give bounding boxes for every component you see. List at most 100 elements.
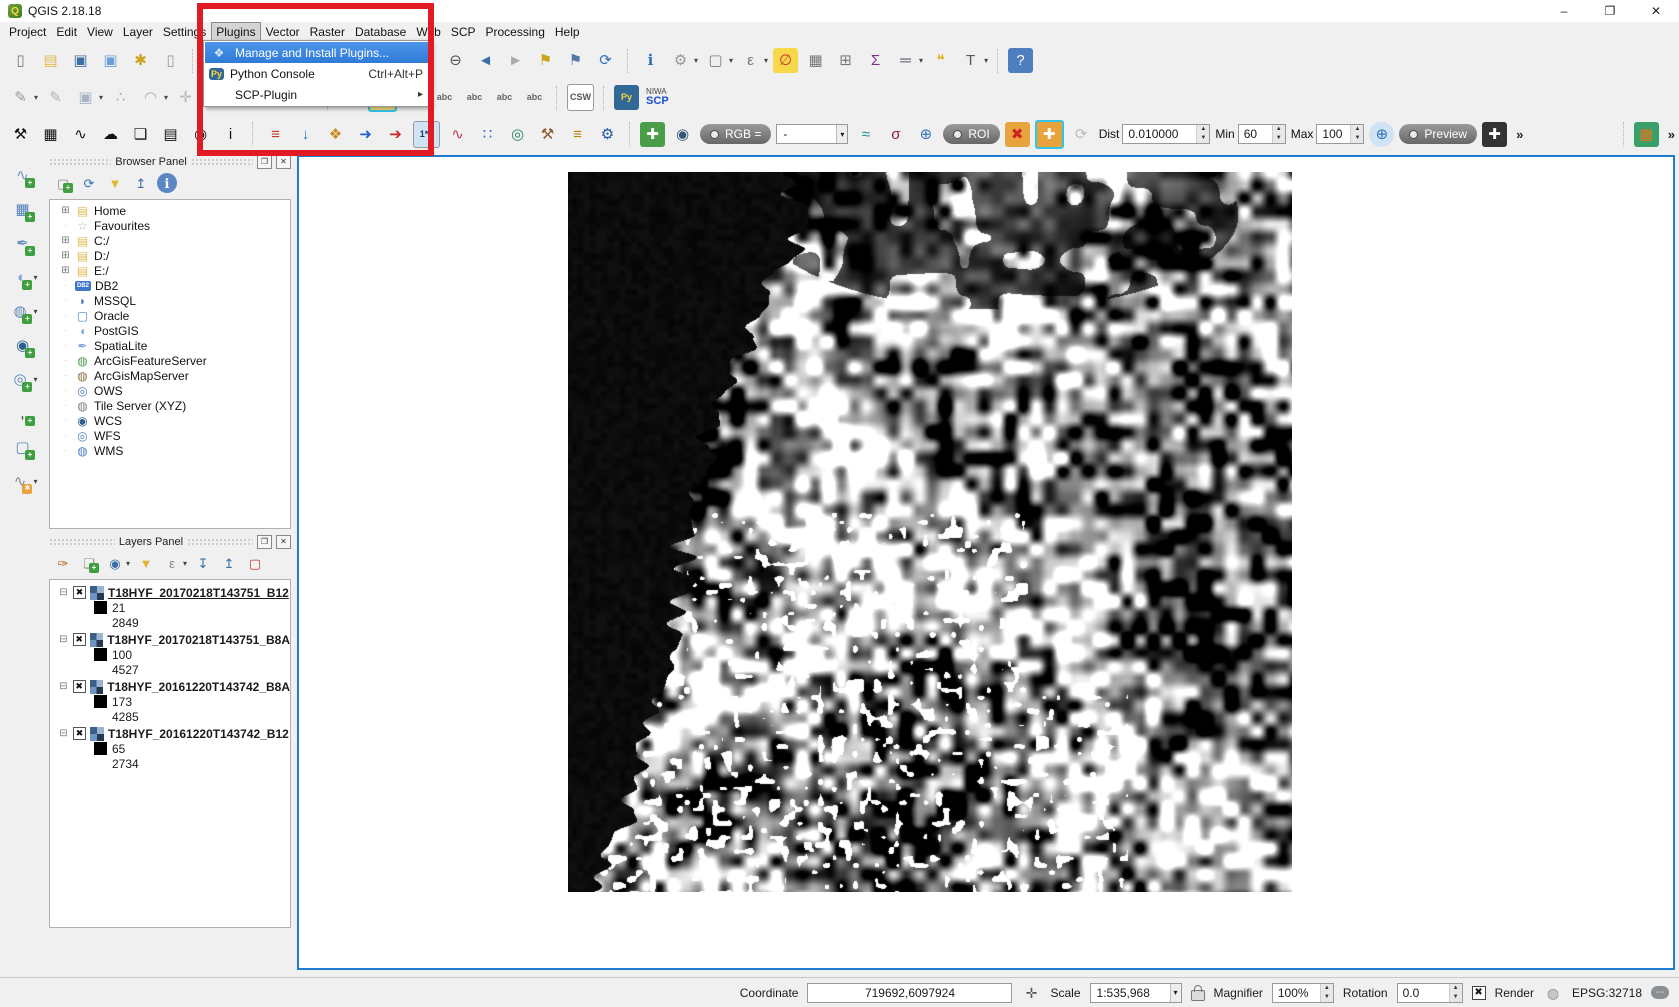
save-project-icon[interactable]: ▣: [68, 48, 93, 73]
collapse-icon[interactable]: ⊟: [58, 634, 69, 645]
plugin-table-icon[interactable]: ▦: [38, 122, 63, 147]
browser-item-d[interactable]: ⊞▤D:/: [50, 248, 290, 263]
statistics-icon[interactable]: Σ: [863, 48, 888, 73]
deselect-all-icon[interactable]: ∅: [773, 48, 798, 73]
layers-panel-header[interactable]: Layers Panel ❐ ✕: [45, 533, 295, 550]
spinner-arrows[interactable]: ▲▼: [1449, 984, 1462, 1002]
scp-toolbar-overflow[interactable]: »: [1512, 127, 1527, 142]
expand-icon[interactable]: ⊞: [60, 205, 71, 216]
layer-name[interactable]: T18HYF_20170218T143751_B8A: [107, 633, 290, 647]
scp-zoom-preview-icon[interactable]: ⊕: [1369, 122, 1394, 147]
scp-band-set-icon[interactable]: ≡: [263, 122, 288, 147]
menu-item-python-console[interactable]: Py Python Console Ctrl+Alt+P: [205, 63, 429, 84]
add-vector-layer-icon[interactable]: ∿+: [10, 163, 35, 188]
plugin-wrench-icon[interactable]: ⚒: [8, 122, 33, 147]
menu-edit[interactable]: Edit: [51, 22, 82, 42]
collapse-icon[interactable]: ⊟: [58, 587, 69, 598]
expand-icon[interactable]: ⊞: [60, 250, 71, 261]
collapse-all-icon[interactable]: ↥: [131, 173, 151, 193]
scp-edit-tools-icon[interactable]: ⚒: [535, 122, 560, 147]
collapse-all-layers-icon[interactable]: ↥: [219, 553, 239, 573]
chevron-down-icon[interactable]: ▾: [1170, 984, 1181, 1002]
label-rotate-icon[interactable]: abc: [492, 85, 517, 110]
add-postgis-layer-icon-group[interactable]: ◖+▾: [7, 265, 37, 290]
add-wms-layer-icon[interactable]: ◍+: [7, 299, 32, 324]
select-features-icon-group[interactable]: ▢▾: [703, 48, 733, 73]
scp-sig-percent-icon[interactable]: ≈: [853, 122, 878, 147]
spinner-arrows[interactable]: ▲▼: [1350, 125, 1363, 143]
zoom-last-icon[interactable]: ◄: [473, 48, 498, 73]
scp-band-preview-icon[interactable]: ◉: [670, 122, 695, 147]
coordinate-input[interactable]: 719692,6097924: [807, 983, 1012, 1003]
spinner-arrows[interactable]: ▲▼: [1196, 125, 1209, 143]
layer-row[interactable]: ⊟✖T18HYF_20161220T143742_B8A: [50, 679, 290, 694]
scp-zoom-icon[interactable]: ⊕: [913, 122, 938, 147]
rotation-input[interactable]: 0.0 ▲▼: [1397, 983, 1463, 1003]
open-project-icon[interactable]: ▤: [38, 48, 63, 73]
refresh-browser-icon[interactable]: ⟳: [79, 173, 99, 193]
dropdown-arrow-icon[interactable]: ▾: [164, 93, 168, 102]
restore-button[interactable]: ❐: [1587, 0, 1633, 22]
refresh-map-icon[interactable]: ⟳: [593, 48, 618, 73]
browser-item-wfs[interactable]: ·◎WFS: [50, 428, 290, 443]
menu-layer[interactable]: Layer: [118, 22, 158, 42]
scp-rgb-block-icon[interactable]: ✚: [1482, 122, 1507, 147]
menu-database[interactable]: Database: [350, 22, 411, 42]
dropdown-arrow-icon[interactable]: ▾: [729, 56, 733, 65]
messages-icon[interactable]: ⋯: [1651, 986, 1669, 999]
collapse-icon[interactable]: ⊟: [58, 728, 69, 739]
min-input[interactable]: Min60▲▼: [1215, 124, 1285, 144]
dropdown-arrow-icon[interactable]: ▾: [183, 559, 187, 568]
add-wcs-layer-icon[interactable]: ◉+: [10, 333, 35, 358]
add-raster-layer-icon[interactable]: ▦+: [10, 197, 35, 222]
scp-sig-sigma-icon[interactable]: σ: [883, 122, 908, 147]
save-project-as-icon[interactable]: ▣: [98, 48, 123, 73]
right-toolbar-overflow[interactable]: »: [1664, 127, 1679, 142]
save-edits-icon[interactable]: ▣: [73, 85, 98, 110]
map-canvas[interactable]: [297, 155, 1675, 970]
label-move-icon[interactable]: abc: [462, 85, 487, 110]
dropdown-arrow-icon[interactable]: ▾: [33, 307, 37, 316]
rgb-button[interactable]: RGB =: [700, 124, 771, 144]
browser-item-postgis[interactable]: ·◖PostGIS: [50, 323, 290, 338]
scp-download-products-icon[interactable]: ↓: [293, 122, 318, 147]
crs-status[interactable]: EPSG:32718: [1572, 986, 1642, 1000]
new-shapefile-icon[interactable]: ∿✱: [7, 469, 32, 494]
add-wfs-layer-icon-group[interactable]: ◎+▾: [7, 367, 37, 392]
label-show-icon[interactable]: abc: [432, 85, 457, 110]
dropdown-arrow-icon[interactable]: ▾: [34, 93, 38, 102]
plugin-chart-icon[interactable]: ∿: [68, 122, 93, 147]
browser-panel-header[interactable]: Browser Panel ❐ ✕: [45, 153, 295, 170]
zoom-out-icon[interactable]: ⊖: [443, 48, 468, 73]
add-delimited-text-icon[interactable]: ,+: [10, 401, 35, 426]
layer-row[interactable]: ⊟ ✖ T18HYF_20170218T143751_B12: [50, 585, 290, 600]
dropdown-arrow-icon[interactable]: ▾: [33, 477, 37, 486]
scp-redo-roi-icon[interactable]: ⟳: [1069, 122, 1094, 147]
identify-icon[interactable]: ℹ: [638, 48, 663, 73]
lock-scale-icon[interactable]: [1191, 990, 1205, 1001]
plugin-globe-icon[interactable]: ◉: [188, 122, 213, 147]
spinner-arrows[interactable]: ▲▼: [1272, 125, 1285, 143]
minimize-button[interactable]: –: [1541, 0, 1587, 22]
new-shapefile-icon-group[interactable]: ∿✱▾: [7, 469, 37, 494]
toggle-editing-icon[interactable]: ✎: [43, 85, 68, 110]
manage-visibility-icon[interactable]: ◉: [105, 553, 125, 573]
layer-name[interactable]: T18HYF_20170218T143751_B12: [108, 586, 289, 600]
dropdown-arrow-icon[interactable]: ▾: [694, 56, 698, 65]
menu-scp[interactable]: SCP: [446, 22, 481, 42]
grid-plugin-icon[interactable]: ▦: [1634, 122, 1659, 147]
browser-item-wms[interactable]: ·◍WMS: [50, 443, 290, 458]
dropdown-arrow-icon[interactable]: ▾: [99, 93, 103, 102]
select-expression-icon[interactable]: ε: [738, 48, 763, 73]
dropdown-arrow-icon[interactable]: ▾: [126, 559, 130, 568]
browser-item-spatialite[interactable]: ·✒SpatiaLite: [50, 338, 290, 353]
browser-item-arcgismapserver[interactable]: ·◍ArcGisMapServer: [50, 368, 290, 383]
measure-icon[interactable]: ═: [893, 48, 918, 73]
scp-export-icon[interactable]: ➔: [383, 122, 408, 147]
show-bookmarks-icon[interactable]: ⚑: [563, 48, 588, 73]
browser-item-arcgisfeatureserver[interactable]: ·◍ArcGisFeatureServer: [50, 353, 290, 368]
add-wfs-layer-icon[interactable]: ◎+: [7, 367, 32, 392]
browser-item-tile-server-xyz[interactable]: ·◍Tile Server (XYZ): [50, 398, 290, 413]
menu-plugins[interactable]: Plugins: [211, 22, 260, 42]
layer-visibility-checkbox[interactable]: ✖: [73, 586, 86, 599]
